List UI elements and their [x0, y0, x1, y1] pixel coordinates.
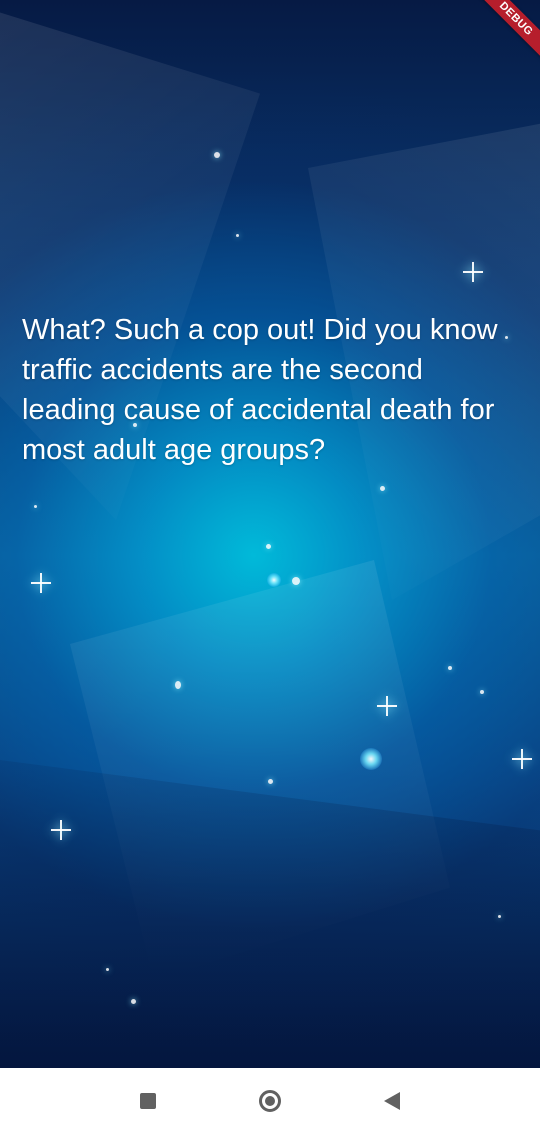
star-dot	[448, 666, 452, 670]
sparkle-star	[512, 749, 532, 769]
star-dot	[236, 234, 239, 237]
stars-layer	[0, 0, 540, 1068]
recent-apps-icon	[140, 1093, 156, 1109]
star-dot	[268, 779, 273, 784]
glowing-orb	[360, 748, 382, 770]
star-dot	[131, 999, 136, 1004]
star-dot	[292, 577, 300, 585]
background-facet-center	[70, 560, 450, 980]
star-dot	[266, 544, 271, 549]
background-facet-bottom	[0, 760, 540, 1068]
back-button[interactable]	[372, 1081, 412, 1121]
sparkle-star	[31, 573, 51, 593]
star-dot	[106, 968, 109, 971]
glowing-orb	[267, 573, 281, 587]
recent-apps-button[interactable]	[128, 1081, 168, 1121]
star-dot	[380, 486, 385, 491]
star-dot	[34, 505, 37, 508]
sparkle-star	[377, 696, 397, 716]
sparkle-star	[463, 262, 483, 282]
star-dot	[498, 915, 501, 918]
star-dot	[175, 681, 181, 689]
home-icon	[259, 1090, 281, 1112]
message-text: What? Such a cop out! Did you know traff…	[22, 314, 498, 466]
star-dot	[480, 690, 484, 694]
android-navigation-bar	[0, 1068, 540, 1134]
space-background: DEBUG What? Such a cop out! Did you know…	[0, 0, 540, 1068]
sparkle-star	[51, 820, 71, 840]
back-icon	[384, 1092, 400, 1110]
home-button[interactable]	[250, 1081, 290, 1121]
star-dot	[214, 152, 220, 158]
debug-ribbon: DEBUG	[467, 0, 540, 68]
